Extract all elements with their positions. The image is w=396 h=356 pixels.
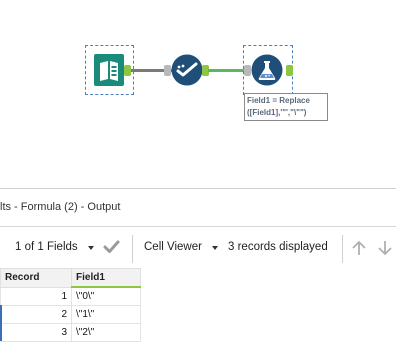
table-row[interactable]: 3 \"2\" (0, 323, 141, 342)
table-row[interactable]: 2 \"1\" (0, 305, 141, 324)
output-anchor[interactable] (286, 65, 293, 76)
arrow-up-icon[interactable] (352, 240, 366, 256)
formula-annotation: Field1 = Replace ([Field1],'"',"\"") (244, 93, 328, 121)
column-header-field1[interactable]: Field1 (71, 268, 141, 288)
record-number: 2 (0, 305, 72, 324)
column-header-record[interactable]: Record (0, 268, 72, 288)
select-tool-icon[interactable] (171, 54, 203, 86)
formula-tool-icon[interactable] (251, 54, 283, 86)
annotation-line-1: Field1 = Replace (247, 96, 310, 105)
toolbar-divider (132, 235, 133, 263)
results-header: lts - Formula (2) - Output (0, 188, 396, 227)
cell-viewer-selector[interactable]: Cell Viewer (144, 241, 202, 253)
checkmark-icon[interactable] (103, 240, 120, 254)
records-count: 3 records displayed (228, 241, 328, 253)
annotation-line-2: ([Field1],'"',"\"") (247, 108, 307, 117)
toolbar-divider (342, 235, 343, 263)
fields-selector[interactable]: 1 of 1 Fields (15, 241, 78, 253)
results-title: lts - Formula (2) - Output (0, 201, 121, 213)
output-anchor[interactable] (124, 65, 131, 76)
workflow-canvas[interactable]: Field1 = Replace ([Field1],'"',"\"") (0, 0, 396, 188)
results-grid[interactable]: Record Field1 1 \"0\" 2 \"1\" 3 \"2\" (0, 268, 141, 342)
row-selection-marker (0, 305, 2, 341)
input-data-tool-icon[interactable] (94, 54, 124, 86)
record-number: 3 (0, 323, 72, 342)
arrow-down-icon[interactable] (378, 240, 392, 256)
table-row[interactable]: 1 \"0\" (0, 286, 141, 306)
field1-cell[interactable]: \"2\" (71, 323, 141, 342)
record-number: 1 (0, 286, 72, 306)
results-pane: lts - Formula (2) - Output 1 of 1 Fields… (0, 188, 396, 356)
field1-cell[interactable]: \"1\" (71, 305, 141, 324)
results-toolbar: 1 of 1 Fields Cell Viewer 3 records disp… (0, 227, 396, 271)
input-anchor[interactable] (164, 65, 171, 76)
chevron-down-icon[interactable] (88, 246, 94, 250)
chevron-down-icon[interactable] (212, 246, 218, 250)
field1-cell[interactable]: \"0\" (71, 286, 141, 306)
